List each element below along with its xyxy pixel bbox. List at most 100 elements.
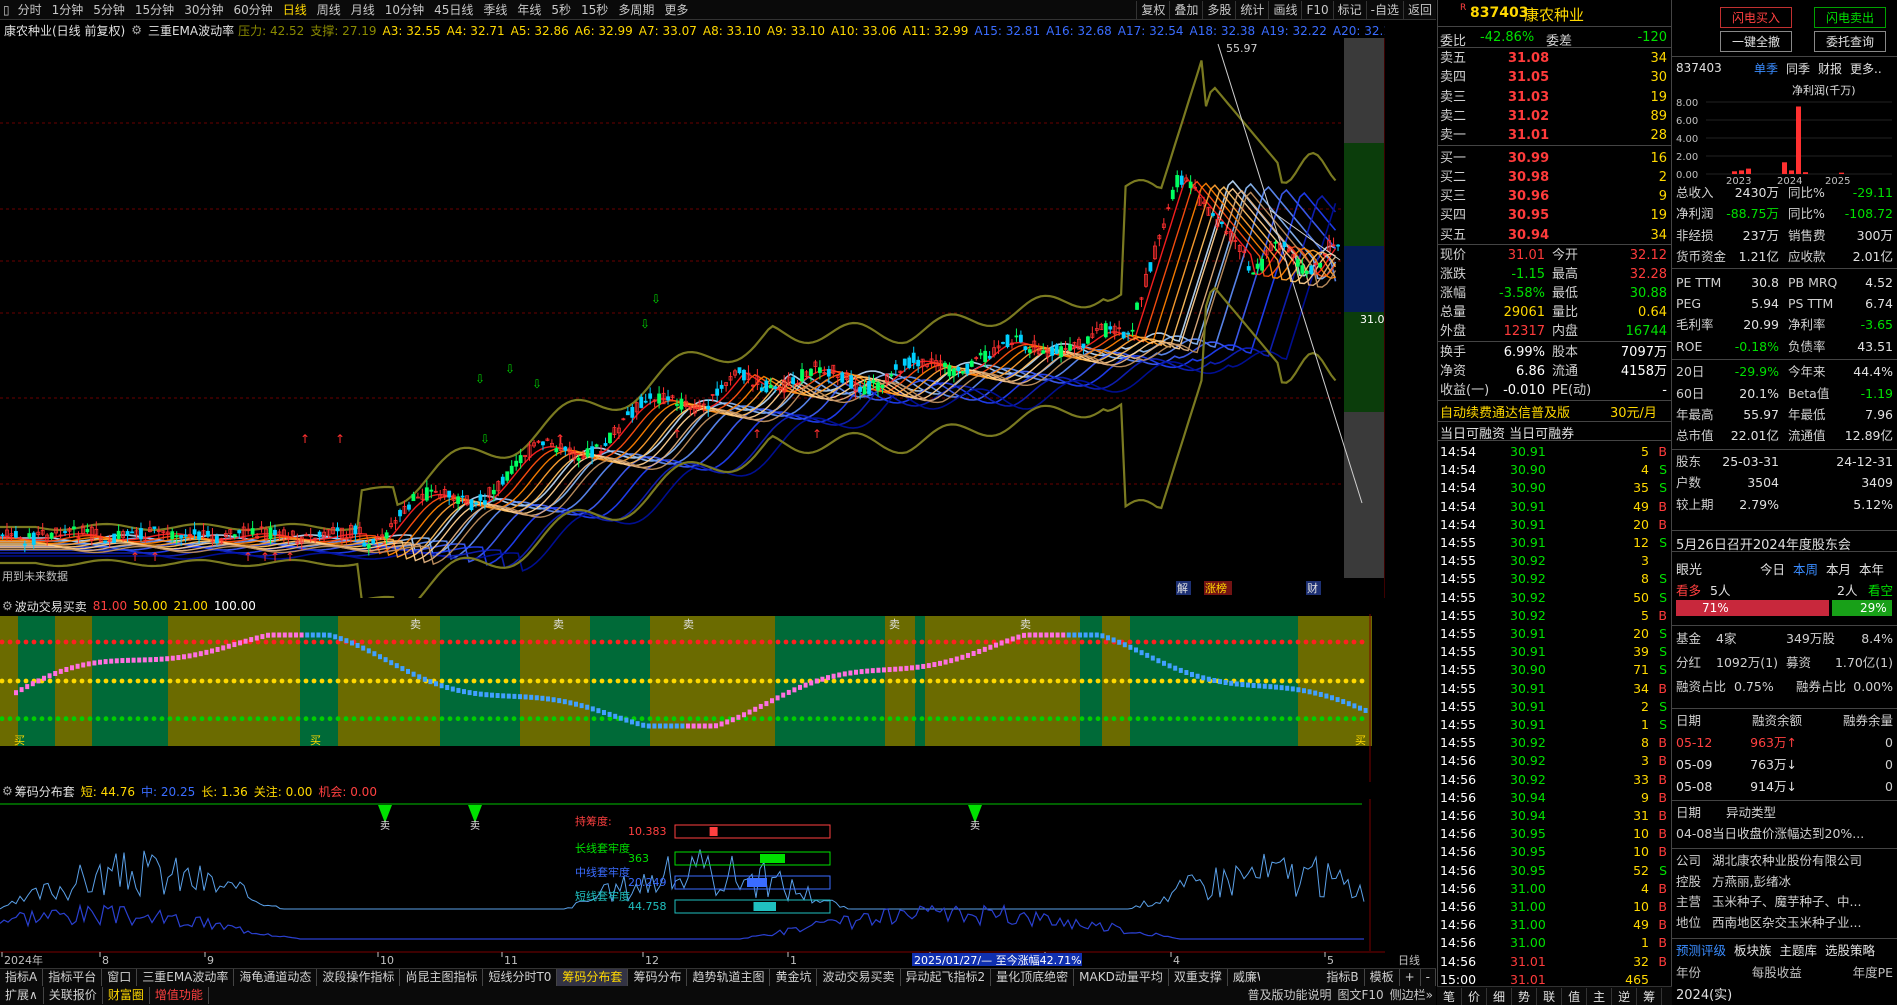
order-book-row[interactable]: 卖一 31.01 28	[1438, 126, 1673, 145]
quote-view-tab[interactable]: 逆	[1612, 987, 1638, 1005]
indicator-tab[interactable]: 三重EMA波动率	[137, 969, 235, 986]
indicator-tab[interactable]: 窗口	[102, 969, 138, 986]
period-tab[interactable]: 15分钟	[130, 1, 179, 19]
status-link[interactable]: 图文F10	[1334, 986, 1386, 1005]
eye-period-tab[interactable]: 本周	[1793, 559, 1818, 578]
promo-text[interactable]: 自动续费通达信普及版	[1440, 402, 1570, 421]
indicator-tab[interactable]: 波动交易买卖	[817, 969, 901, 986]
company-row[interactable]: 公司 湖北康农种业股份有限公司	[1672, 851, 1897, 871]
chart-tool-button[interactable]: 统计	[1235, 0, 1268, 19]
order-book-row[interactable]: 卖四 31.05 30	[1438, 68, 1673, 87]
indicator-tab[interactable]: 短线分时T0	[483, 969, 558, 986]
order-book-row[interactable]: 买五 30.94 34	[1438, 226, 1673, 245]
quote-view-tab[interactable]: 细	[1487, 987, 1513, 1005]
period-tab[interactable]: 更多	[659, 1, 693, 19]
period-tab[interactable]: 5秒	[546, 1, 576, 19]
indicator-tab[interactable]: MAKD动量平均	[1074, 969, 1169, 986]
settings-icon[interactable]: ⚙	[0, 599, 15, 613]
period-tab[interactable]: 季线	[478, 1, 512, 19]
quote-view-tab[interactable]: 价	[1462, 987, 1488, 1005]
order-book-row[interactable]: 买二 30.98 2	[1438, 168, 1673, 187]
period-tab[interactable]: 年线	[512, 1, 546, 19]
tick-list[interactable]: 14:54 30.91 5 B 14:54 30.90 4 S 14:54 30.90 35 S 14:…	[1438, 443, 1673, 1003]
indicator-tab[interactable]: 筹码分布套	[557, 969, 629, 986]
company-row[interactable]: 主营 玉米种子、魔芋种子、中...	[1672, 892, 1897, 912]
order-book-row[interactable]: 卖三 31.03 19	[1438, 88, 1673, 107]
chart-tool-button[interactable]: 画线	[1268, 0, 1301, 19]
meeting-text[interactable]: 5月26日召开2024年度股东会	[1676, 534, 1851, 553]
extension-tab[interactable]: 扩展∧	[0, 987, 44, 1004]
flash-sell-button[interactable]: 闪电卖出	[1814, 7, 1886, 28]
indicator-tab[interactable]: 黄金坑	[770, 969, 818, 986]
flash-buy-button[interactable]: 闪电买入	[1720, 7, 1792, 28]
quote-view-tab[interactable]: 值	[1562, 987, 1588, 1005]
period-tab[interactable]: 周线	[312, 1, 346, 19]
extension-tab[interactable]: 财富圈	[103, 987, 150, 1004]
indicator-tab[interactable]: 筹码分布	[628, 969, 688, 986]
eye-period-tab[interactable]: 本年	[1859, 559, 1884, 578]
order-query-button[interactable]: 委托查询	[1814, 31, 1886, 52]
extension-tab[interactable]: 增值功能	[150, 987, 209, 1004]
eye-period-tab[interactable]: 今日	[1760, 559, 1785, 578]
wave-trade-chart[interactable]: 100.080.0060.0040.0020.0045.64卖卖卖卖卖买买买	[0, 614, 1385, 784]
indicator-tab[interactable]: 异动起飞指标2	[901, 969, 992, 986]
period-tab[interactable]: 5分钟	[88, 1, 130, 19]
status-link[interactable]: 普及版功能说明	[1244, 986, 1334, 1005]
chart-tool-button[interactable]: 复权	[1136, 0, 1169, 19]
chart-tool-button[interactable]: 叠加	[1169, 0, 1202, 19]
promo-price[interactable]: 30元/月	[1610, 402, 1657, 421]
settings-icon[interactable]: ⚙	[129, 23, 144, 37]
order-book-row[interactable]: 买四 30.95 19	[1438, 206, 1673, 225]
event-row[interactable]: 04-08 当日收盘价涨幅达到20%...	[1672, 824, 1897, 844]
promo-row[interactable]: 自动续费通达信普及版 30元/月	[1438, 400, 1673, 421]
period-tab[interactable]: 多周期	[613, 1, 659, 19]
quote-view-tab[interactable]: 联	[1537, 987, 1563, 1005]
indicator-tab[interactable]: 指标A	[0, 969, 44, 986]
indicator-tab[interactable]: 威廉WR量化	[1228, 969, 1260, 986]
quote-view-tab[interactable]: 筹	[1637, 987, 1663, 1005]
quote-view-tab[interactable]: 势	[1512, 987, 1538, 1005]
quote-view-tab[interactable]: 笔	[1437, 987, 1463, 1005]
quote-view-tab[interactable]: 主	[1587, 987, 1613, 1005]
order-book-row[interactable]: 买三 30.96 9	[1438, 187, 1673, 206]
period-tab[interactable]: 1分钟	[47, 1, 89, 19]
indicator-name[interactable]: 三重EMA波动率	[144, 22, 238, 39]
meeting-row[interactable]: 5月26日召开2024年度股东会	[1672, 530, 1897, 553]
company-row[interactable]: 控股 方燕丽,彭绪冰	[1672, 872, 1897, 892]
chip-distribution-chart[interactable]: 100.080.0060.0040.0020.00卖卖卖持筹度:10.383长线…	[0, 799, 1385, 951]
profit-tab[interactable]: 同季	[1782, 60, 1814, 78]
profit-tab[interactable]: 财报	[1814, 60, 1846, 78]
indicator-tab-right[interactable]: 模板	[1365, 969, 1400, 986]
period-tab[interactable]: 10分钟	[380, 1, 429, 19]
indicator-tab-right[interactable]: -	[1421, 969, 1436, 986]
panel-toggle-icon[interactable]: ▯	[0, 1, 13, 19]
chart-tool-button[interactable]: -自选	[1365, 0, 1403, 19]
chart-tool-button[interactable]: 返回	[1402, 0, 1436, 19]
chart-tool-button[interactable]: F10	[1301, 0, 1332, 19]
settings-icon[interactable]: ⚙	[0, 784, 15, 798]
chart-tool-button[interactable]: 多股	[1202, 0, 1235, 19]
period-tab[interactable]: 分时	[13, 1, 47, 19]
indicator-tab-right[interactable]: 指标B	[1321, 969, 1365, 986]
period-tab[interactable]: 15秒	[576, 1, 613, 19]
indicator-tab[interactable]: 量化顶底绝密	[991, 969, 1075, 986]
forecast-tab[interactable]: 选股策略	[1821, 939, 1879, 958]
indicator-tab[interactable]: 波段操作指标	[317, 969, 401, 986]
indicator-tab[interactable]: 海龟通道动态	[234, 969, 318, 986]
chart-tool-button[interactable]: 标记	[1332, 0, 1366, 19]
kline-chart[interactable]: 46.4080.9%36.7161.8%30.7324.7538.2%15.06…	[0, 38, 1385, 598]
profit-tab[interactable]: 单季	[1750, 60, 1782, 78]
period-tab[interactable]: 60分钟	[228, 1, 277, 19]
forecast-tab[interactable]: 预测评级	[1672, 939, 1730, 958]
period-tab[interactable]: 月线	[346, 1, 380, 19]
company-row[interactable]: 地位 西南地区杂交玉米种子业...	[1672, 913, 1897, 933]
indicator-tab[interactable]: 双重支撑	[1169, 969, 1228, 986]
profit-tab[interactable]: 更多..	[1846, 60, 1886, 78]
period-tab[interactable]: 30分钟	[179, 1, 228, 19]
indicator-tab-right[interactable]: +	[1400, 969, 1421, 986]
order-book-row[interactable]: 买一 30.99 16	[1438, 149, 1673, 168]
eye-period-tab[interactable]: 本月	[1826, 559, 1851, 578]
order-book-row[interactable]: 卖二 31.02 89	[1438, 107, 1673, 126]
period-tab[interactable]: 45日线	[429, 1, 478, 19]
forecast-tab[interactable]: 板块族	[1730, 939, 1776, 958]
